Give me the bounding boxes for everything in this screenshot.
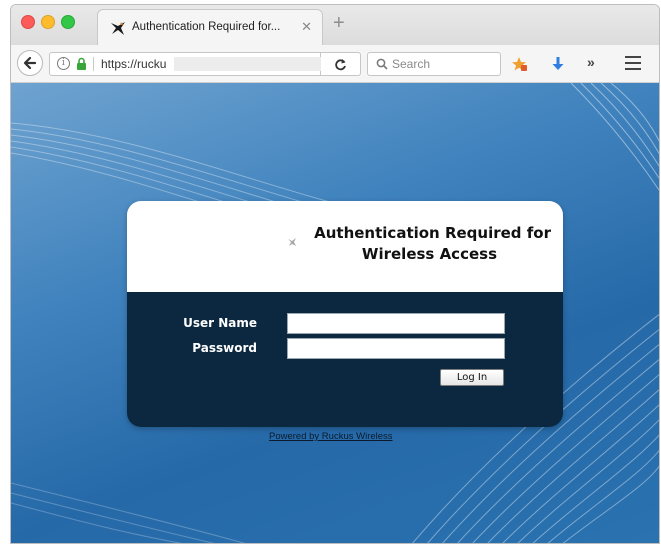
overflow-chevron-icon[interactable]: » — [587, 54, 605, 72]
password-field[interactable] — [287, 338, 505, 359]
search-input[interactable] — [392, 56, 496, 72]
search-bar[interactable] — [367, 52, 501, 76]
tab-strip: Authentication Required for... ✕ + — [11, 5, 659, 45]
title-line-2: Wireless Access — [361, 245, 497, 263]
close-window-button[interactable] — [21, 15, 35, 29]
username-label: User Name — [183, 316, 257, 330]
address-bar[interactable]: i https://rucku — [49, 52, 322, 76]
password-label: Password — [192, 341, 257, 355]
navigation-toolbar: i https://rucku Search » — [11, 45, 659, 83]
hamburger-menu-icon[interactable] — [625, 56, 641, 74]
lock-icon[interactable] — [76, 57, 87, 75]
login-card-header: Authentication Required for Wireless Acc… — [127, 201, 563, 292]
url-text[interactable]: https://rucku — [101, 57, 166, 71]
back-arrow-icon — [23, 56, 37, 70]
powered-by-link[interactable]: Powered by Ruckus Wireless — [269, 431, 393, 442]
browser-window: Authentication Required for... ✕ + i htt… — [10, 4, 660, 544]
search-icon — [376, 58, 388, 70]
username-field[interactable] — [287, 313, 505, 334]
url-redaction — [174, 57, 322, 71]
bookmark-star-icon[interactable] — [510, 55, 528, 73]
info-icon[interactable]: i — [57, 57, 70, 70]
download-icon[interactable] — [549, 55, 567, 73]
new-tab-icon[interactable]: + — [333, 12, 345, 35]
back-button[interactable] — [17, 50, 43, 76]
tab-close-icon[interactable]: ✕ — [301, 19, 312, 35]
ruckus-favicon-icon — [110, 20, 126, 36]
login-card: Authentication Required for Wireless Acc… — [127, 201, 563, 427]
minimize-window-button[interactable] — [41, 15, 55, 29]
url-divider — [93, 57, 94, 71]
tab-title: Authentication Required for... — [132, 21, 281, 33]
reload-button[interactable] — [321, 52, 361, 76]
tab-active[interactable]: Authentication Required for... ✕ — [97, 9, 323, 45]
login-button[interactable]: Log In — [440, 369, 504, 386]
title-line-1: Authentication Required for — [314, 224, 551, 242]
login-form: User Name Password Log In — [127, 292, 563, 427]
zoom-window-button[interactable] — [61, 15, 75, 29]
reload-icon — [335, 59, 346, 71]
page-content: Authentication Required for Wireless Acc… — [11, 83, 659, 543]
page-title: Authentication Required for Wireless Acc… — [291, 223, 551, 265]
